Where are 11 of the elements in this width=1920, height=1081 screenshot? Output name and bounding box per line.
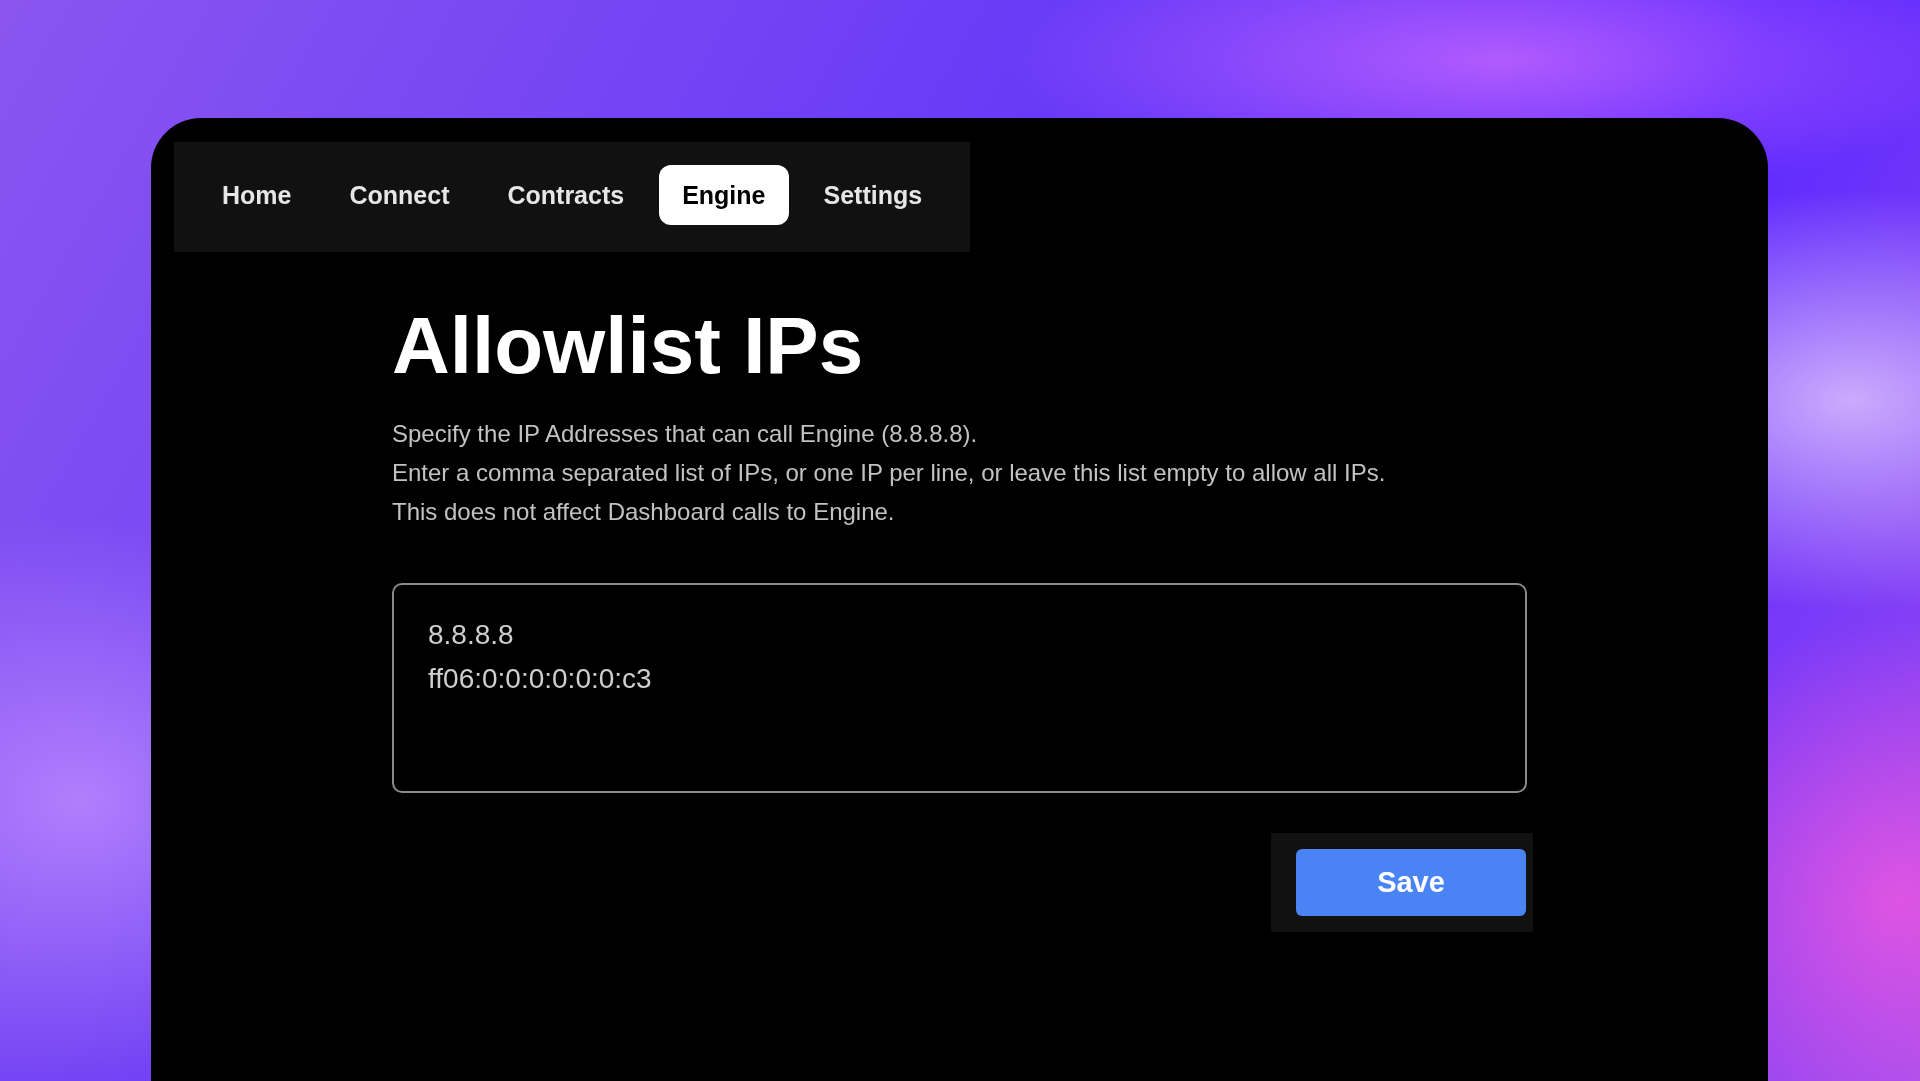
nav-tab[interactable]: Engine	[659, 165, 789, 225]
nav-tab[interactable]: Contracts	[484, 165, 648, 225]
description-text: Enter a comma separated list of IPs, or one IP per line, or leave this list empty to allow all IPs.	[392, 458, 1387, 488]
nav-tab[interactable]: Settings	[800, 165, 946, 225]
description-text: This does not affect Dashboard calls to Engine.	[392, 497, 896, 527]
nav-tab[interactable]: Home	[199, 165, 315, 225]
save-button[interactable]: Save	[1296, 849, 1526, 916]
page-title: Allowlist IPs	[392, 302, 865, 390]
nav-tab[interactable]: Connect	[326, 165, 473, 225]
ip-list-field[interactable]: 8.8.8.8 ff06:0:0:0:0:0:0:c3	[392, 583, 1527, 793]
description-text: Specify the IP Addresses that can call Engine (8.8.8.8).	[392, 419, 979, 449]
